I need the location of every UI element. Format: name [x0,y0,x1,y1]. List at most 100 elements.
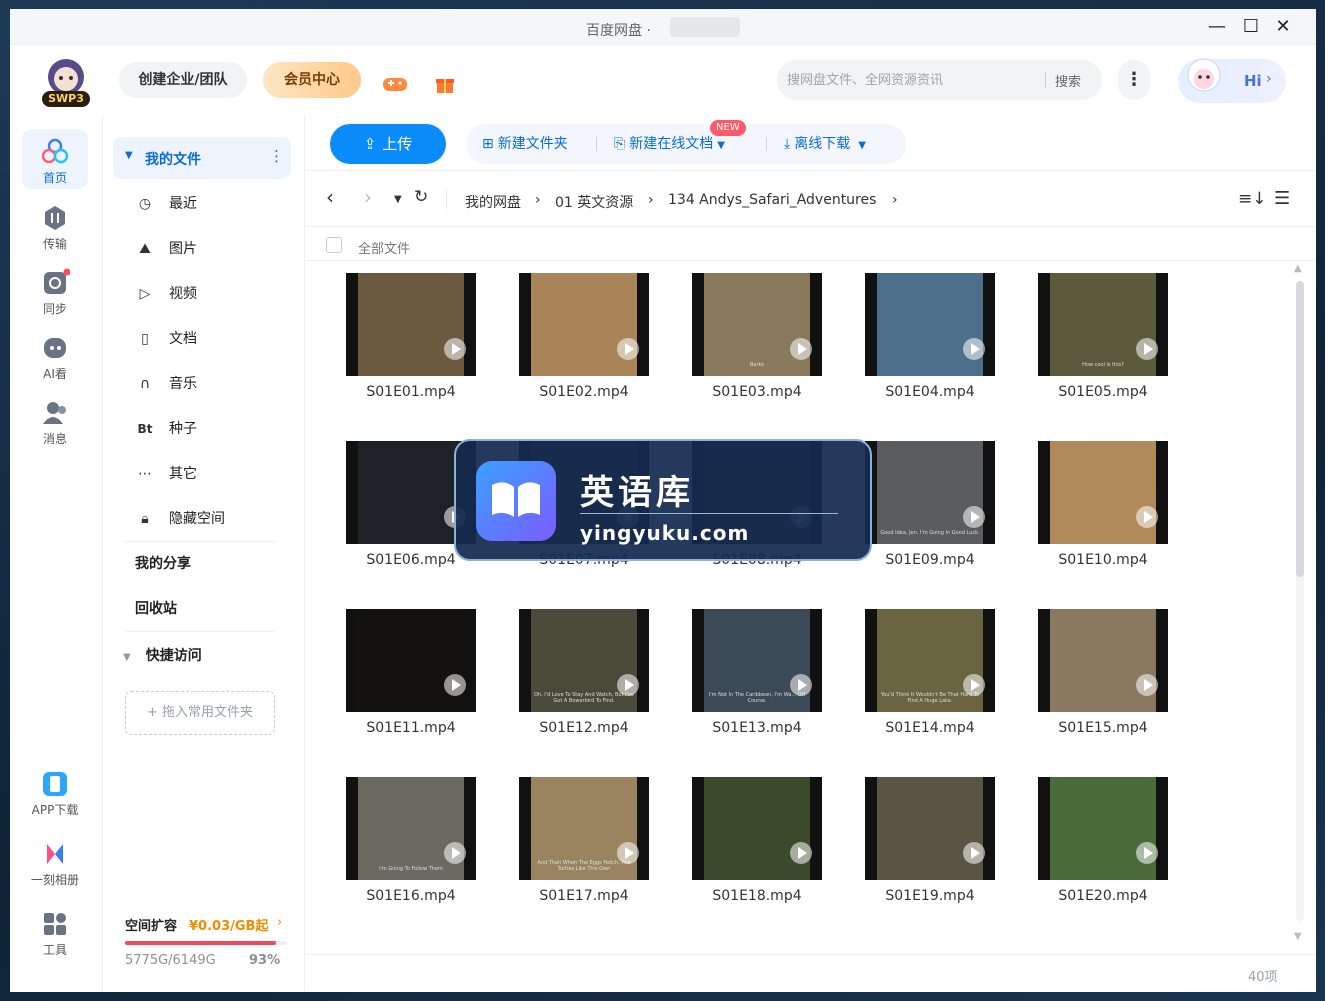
file-tile[interactable]: You'd Think It Wouldn't Be That Hard To … [845,597,995,747]
new-online-doc-button[interactable]: ⎘ 新建在线文档 ▼ [614,124,725,164]
rail-item-tools[interactable]: 工具 [22,901,88,961]
history-dropdown-icon[interactable]: ▼ [394,194,402,205]
rail-item-album[interactable]: 一刻相册 [20,831,90,891]
file-name[interactable]: S01E10.mp4 [1038,552,1168,568]
user-greeting-card[interactable]: Hi › [1178,58,1286,103]
video-thumbnail[interactable] [346,609,476,712]
video-thumbnail[interactable]: How cool is this? [1038,273,1168,376]
file-tile[interactable]: Barks S01E03.mp4 [672,261,822,411]
file-tile[interactable]: S01E15.mp4 [1018,597,1168,747]
quick-access-dropzone[interactable]: + 拖入常用文件夹 [125,691,275,735]
play-icon[interactable] [963,506,985,528]
file-name[interactable]: S01E17.mp4 [519,888,649,904]
my-files-menu-icon[interactable]: ⋮ [269,147,284,165]
play-icon[interactable] [617,338,639,360]
file-name[interactable]: S01E20.mp4 [1038,888,1168,904]
breadcrumb-item[interactable]: 01 英文资源 [555,192,633,212]
storage-expand-price[interactable]: ¥0.03/GB起 [189,915,268,934]
file-name[interactable]: S01E01.mp4 [346,384,476,400]
file-name[interactable]: S01E14.mp4 [865,720,995,736]
nav-item-music[interactable]: ∩ 音乐 [135,367,197,401]
file-tile[interactable]: S01E02.mp4 [499,261,649,411]
nav-item-recycle-bin[interactable]: 回收站 [135,592,177,626]
video-thumbnail[interactable]: I'm Going To Follow Them [346,777,476,880]
select-all-checkbox[interactable] [326,237,342,253]
breadcrumb-item[interactable]: 134 Andys_Safari_Adventures [668,192,876,208]
file-name[interactable]: S01E04.mp4 [865,384,995,400]
play-icon[interactable] [790,338,812,360]
file-tile[interactable]: S01E11.mp4 [326,597,476,747]
rail-item-app-download[interactable]: APP下载 [20,761,90,821]
scrollbar-thumb[interactable] [1296,281,1304,577]
play-icon[interactable] [617,842,639,864]
sort-icon[interactable]: ≡↓ [1238,189,1267,209]
file-name[interactable]: S01E16.mp4 [346,888,476,904]
video-thumbnail[interactable] [865,273,995,376]
video-thumbnail[interactable] [346,273,476,376]
play-icon[interactable] [1136,674,1158,696]
my-files-header[interactable]: ▼ 我的文件 ⋮ [113,137,291,179]
file-tile[interactable]: S01E18.mp4 [672,765,822,915]
file-tile[interactable]: S01E19.mp4 [845,765,995,915]
play-icon[interactable] [963,842,985,864]
play-icon[interactable] [963,338,985,360]
video-thumbnail[interactable]: You'd Think It Wouldn't Be That Hard To … [865,609,995,712]
file-tile[interactable]: How cool is this? S01E05.mp4 [1018,261,1168,411]
video-thumbnail[interactable] [1038,441,1168,544]
play-icon[interactable] [1136,506,1158,528]
play-icon[interactable] [444,674,466,696]
more-menu-button[interactable]: ⋮ [1118,60,1150,100]
gift-icon[interactable] [435,75,455,95]
file-tile[interactable]: S01E10.mp4 [1018,429,1168,579]
list-view-icon[interactable]: ☰ [1274,188,1290,209]
upload-button[interactable]: ⇪ 上传 [330,124,446,164]
video-thumbnail[interactable]: Oh, I'd Love To Stay And Watch, But I've… [519,609,649,712]
scrollbar[interactable]: ▲ ▼ [1294,263,1306,945]
nav-item-videos[interactable]: ▷ 视频 [135,277,197,311]
file-name[interactable]: S01E12.mp4 [519,720,649,736]
file-name[interactable]: S01E18.mp4 [692,888,822,904]
close-button[interactable]: ✕ [1268,14,1298,40]
file-tile[interactable]: I'm Not In The Caribbean, I'm Wa... Off … [672,597,822,747]
file-tile[interactable]: Oh, I'd Love To Stay And Watch, But I've… [499,597,649,747]
offline-download-button[interactable]: ⤓ 离线下载 ▼ [784,124,866,164]
nav-item-docs[interactable]: ▯ 文档 [135,322,197,356]
rail-item-message[interactable]: 消息 [22,390,88,450]
vip-center-button[interactable]: 会员中心 [263,62,361,98]
play-icon[interactable] [790,674,812,696]
file-tile[interactable]: S01E04.mp4 [845,261,995,411]
file-tile[interactable]: S01E20.mp4 [1018,765,1168,915]
play-icon[interactable] [1136,338,1158,360]
file-tile[interactable]: And Then When The Eggs Hatch, The Turtle… [499,765,649,915]
forward-arrow-icon[interactable]: › [364,185,372,209]
play-icon[interactable] [617,674,639,696]
rail-item-transfer[interactable]: 传输 [22,195,88,255]
file-tile[interactable]: I'm Going To Follow Them S01E16.mp4 [326,765,476,915]
video-thumbnail[interactable] [692,777,822,880]
video-thumbnail[interactable]: I'm Not In The Caribbean, I'm Wa... Off … [692,609,822,712]
video-thumbnail[interactable] [1038,777,1168,880]
rail-item-home[interactable]: 首页 [22,129,88,189]
video-thumbnail[interactable]: Barks [692,273,822,376]
scroll-up-icon[interactable]: ▲ [1294,263,1302,274]
file-name[interactable]: S01E05.mp4 [1038,384,1168,400]
back-arrow-icon[interactable]: ‹ [326,185,334,209]
file-name[interactable]: S01E09.mp4 [865,552,995,568]
file-name[interactable]: S01E02.mp4 [519,384,649,400]
refresh-icon[interactable]: ↻ [414,187,428,207]
search-button[interactable]: 搜索 [1055,71,1081,90]
create-team-button[interactable]: 创建企业/团队 [119,62,247,98]
maximize-button[interactable]: ☐ [1236,14,1266,40]
quick-access-header[interactable]: ▼ 快捷访问 [123,645,202,675]
new-folder-button[interactable]: ⊞ 新建文件夹 [482,124,568,164]
breadcrumb-item[interactable]: 我的网盘 [465,192,521,212]
search-input[interactable] [787,60,1042,100]
video-thumbnail[interactable] [519,273,649,376]
nav-item-torrents[interactable]: Bt 种子 [135,412,197,446]
rail-item-ai[interactable]: AI看 [22,325,88,385]
video-thumbnail[interactable] [1038,609,1168,712]
play-icon[interactable] [444,842,466,864]
video-thumbnail[interactable]: Good Idea, Jen. I'm Going In Good Luck. [865,441,995,544]
play-icon[interactable] [963,674,985,696]
file-tile[interactable]: S01E01.mp4 [326,261,476,411]
